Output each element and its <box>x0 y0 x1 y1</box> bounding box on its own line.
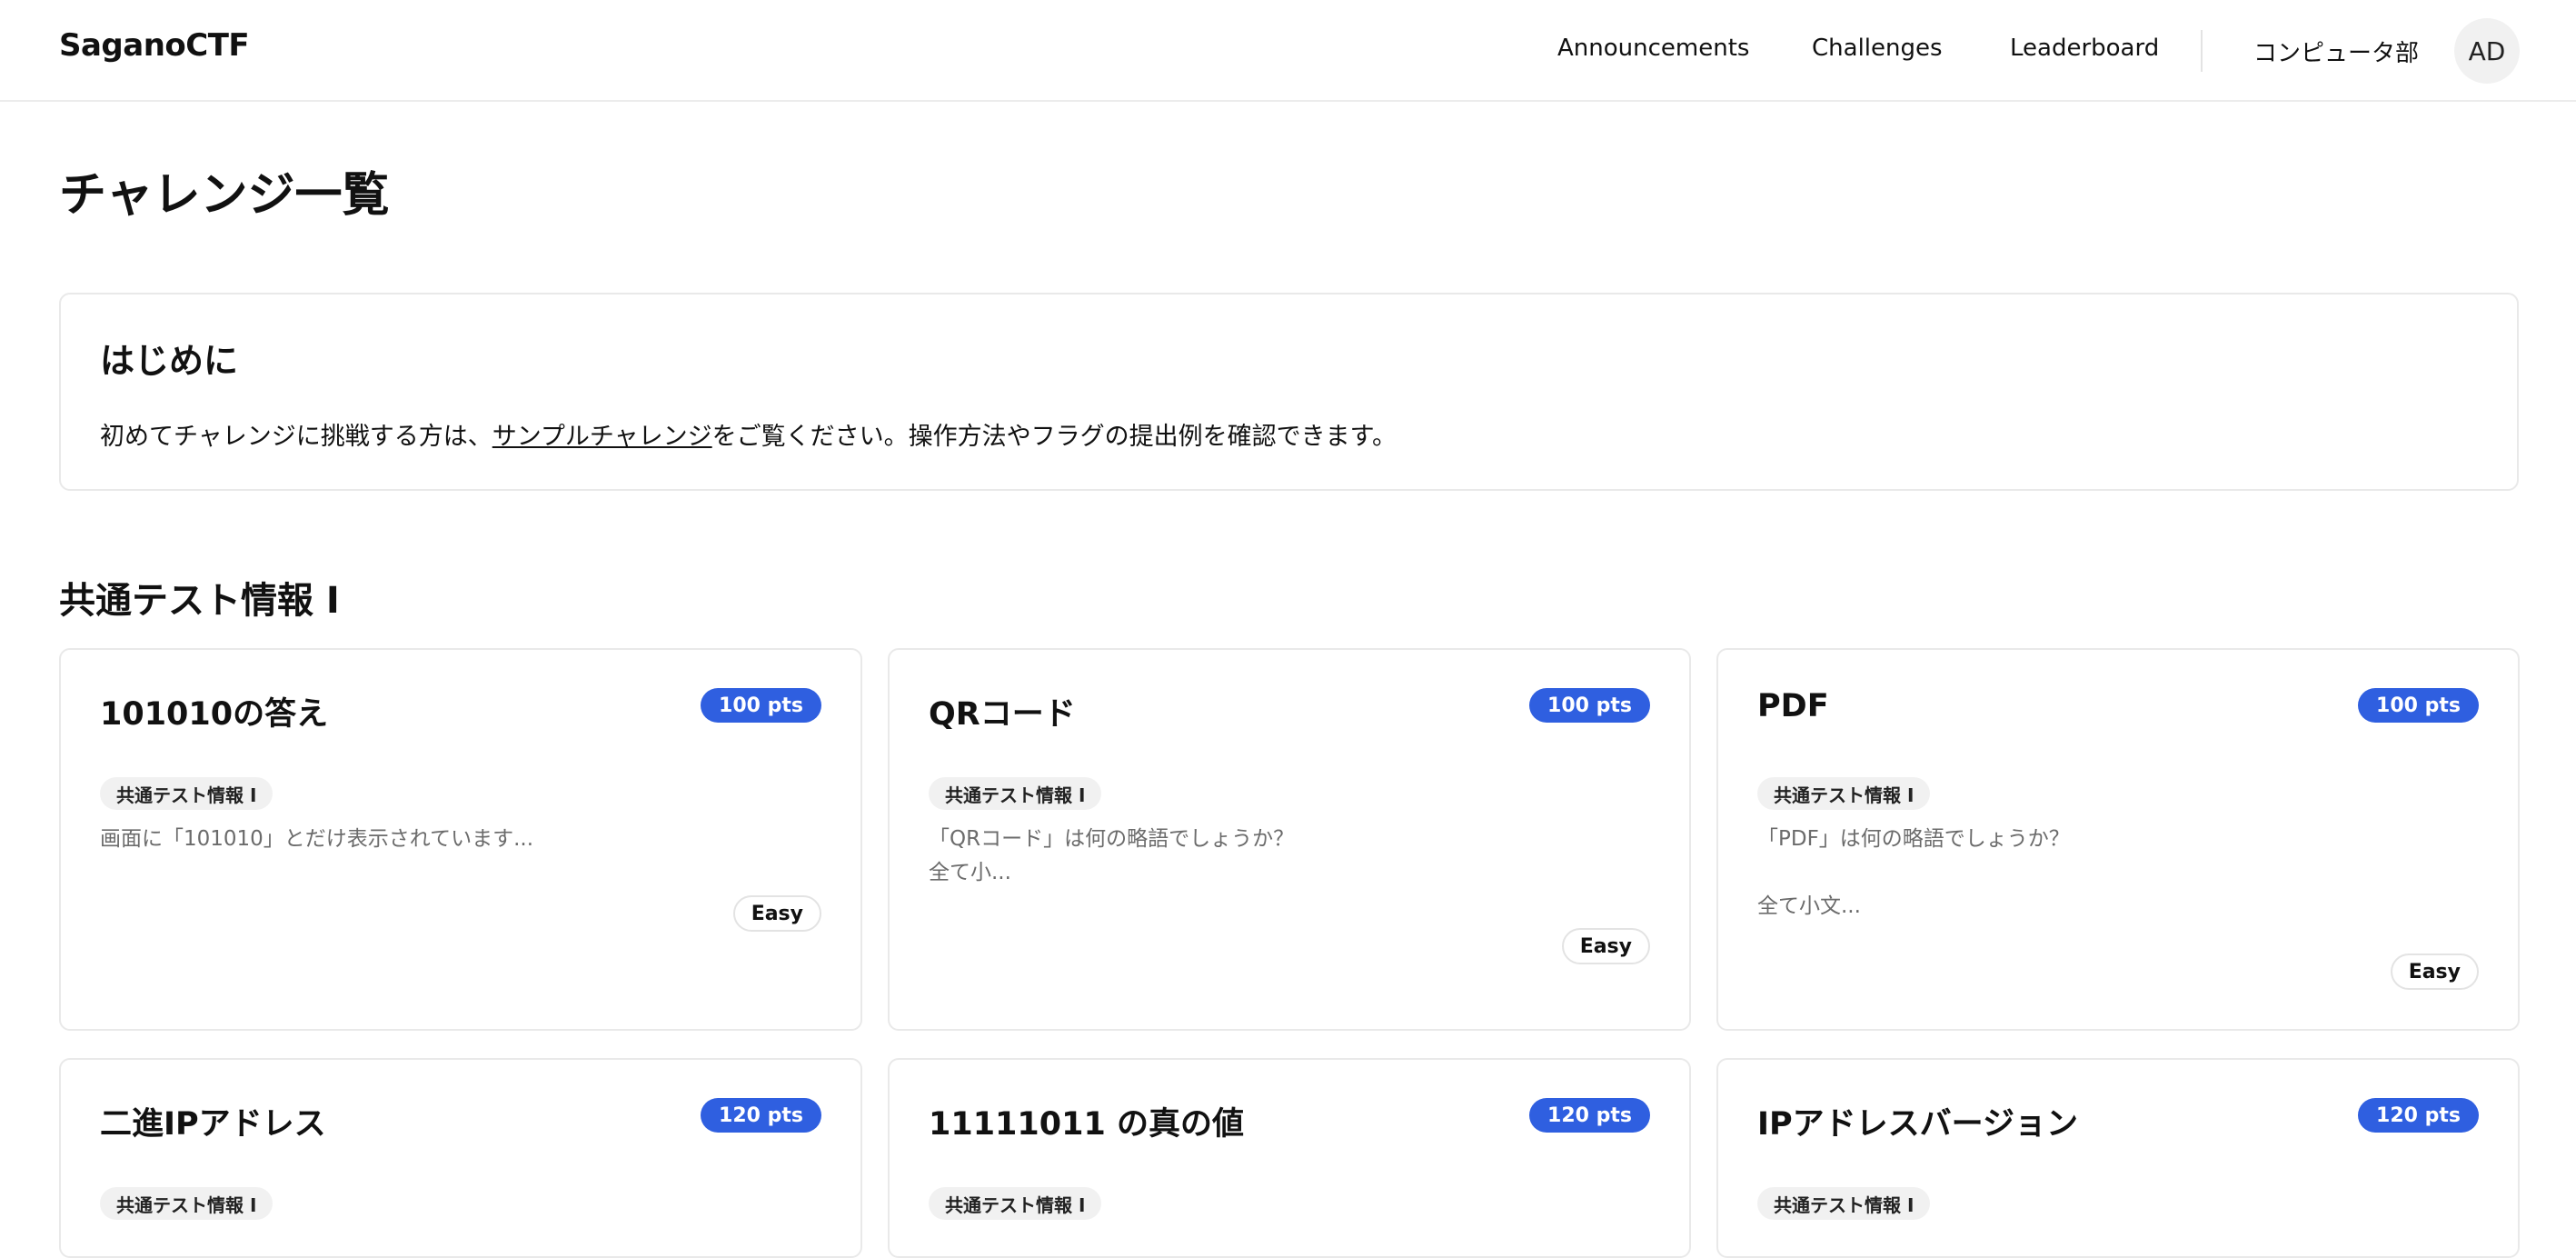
challenge-card[interactable]: IPアドレスバージョン 120 pts 共通テスト情報 I <box>1716 1058 2520 1258</box>
intro-title: はじめに <box>100 341 239 381</box>
points-badge: 120 pts <box>2358 1098 2479 1133</box>
nav-challenges[interactable]: Challenges <box>1812 35 1943 62</box>
challenge-title: 11111011 の真の値 <box>929 1106 1245 1143</box>
points-badge: 100 pts <box>2358 688 2479 723</box>
nav-team[interactable]: コンピュータ部 <box>2253 35 2419 68</box>
page-title: チャレンジ一覧 <box>59 168 390 223</box>
category-tag: 共通テスト情報 I <box>100 1187 274 1220</box>
challenge-card[interactable]: QRコード 100 pts 共通テスト情報 I 「QRコード」は何の略語でしょう… <box>888 648 1691 1031</box>
navbar: SaganoCTF Announcements Challenges Leade… <box>0 0 2576 102</box>
challenge-card[interactable]: PDF 100 pts 共通テスト情報 I 「PDF」は何の略語でしょうか？ 全… <box>1716 648 2520 1031</box>
points-badge: 100 pts <box>1529 688 1650 723</box>
challenge-card[interactable]: 二進IPアドレス 120 pts 共通テスト情報 I <box>59 1058 862 1258</box>
intro-text-after: をご覧ください。操作方法やフラグの提出例を確認できます。 <box>711 423 1397 451</box>
challenge-title: QRコード <box>929 696 1076 733</box>
challenge-card[interactable]: 11111011 の真の値 120 pts 共通テスト情報 I <box>888 1058 1691 1258</box>
nav-divider <box>2201 30 2203 72</box>
difficulty-badge: Easy <box>732 895 821 932</box>
points-badge: 120 pts <box>701 1098 821 1133</box>
difficulty-badge: Easy <box>1561 928 1650 964</box>
challenge-title: IPアドレスバージョン <box>1757 1106 2078 1143</box>
category-tag: 共通テスト情報 I <box>1757 777 1931 810</box>
nav-announcements[interactable]: Announcements <box>1557 35 1749 62</box>
challenge-title: 101010の答え <box>100 696 329 733</box>
category-tag: 共通テスト情報 I <box>1757 1187 1931 1220</box>
points-badge: 120 pts <box>1529 1098 1650 1133</box>
points-badge: 100 pts <box>701 688 821 723</box>
category-tag: 共通テスト情報 I <box>929 1187 1102 1220</box>
user-avatar[interactable]: AD <box>2454 18 2520 84</box>
challenge-description: 画面に「101010」とだけ表示されています... <box>100 827 534 851</box>
category-tag: 共通テスト情報 I <box>929 777 1102 810</box>
challenge-description: 「PDF」は何の略語でしょうか？ 全て小文... <box>1757 827 2070 918</box>
challenge-title: 二進IPアドレス <box>100 1106 326 1143</box>
intro-text-before: 初めてチャレンジに挑戦する方は、 <box>100 423 492 451</box>
difficulty-badge: Easy <box>2390 953 2479 990</box>
challenge-description: 「QRコード」は何の略語でしょうか？ 全て小... <box>929 827 1295 884</box>
challenge-title: PDF <box>1757 688 1829 724</box>
sample-challenge-link[interactable]: サンプルチャレンジ <box>492 423 712 451</box>
brand-logo[interactable]: SaganoCTF <box>59 27 250 64</box>
intro-card: はじめに 初めてチャレンジに挑戦する方は、サンプルチャレンジをご覧ください。操作… <box>59 293 2519 491</box>
intro-text: 初めてチャレンジに挑戦する方は、サンプルチャレンジをご覧ください。操作方法やフラ… <box>100 416 1397 452</box>
section-title: 共通テスト情報 I <box>59 580 340 622</box>
nav-leaderboard[interactable]: Leaderboard <box>2010 35 2159 62</box>
challenge-card[interactable]: 101010の答え 100 pts 共通テスト情報 I 画面に「101010」と… <box>59 648 862 1031</box>
category-tag: 共通テスト情報 I <box>100 777 274 810</box>
